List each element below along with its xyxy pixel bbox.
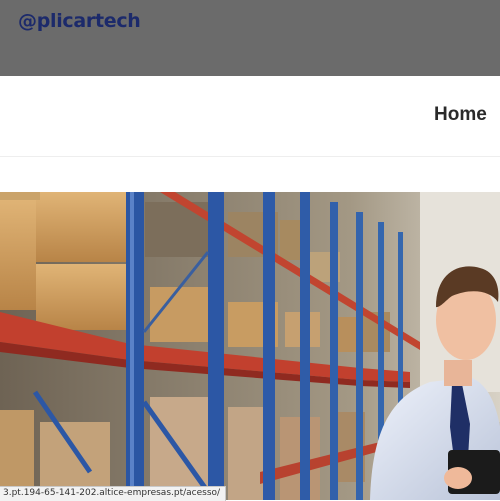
warehouse-photo — [0, 192, 500, 500]
link-preview-status-bar: 3.pt.194-65-141-202.altice-empresas.pt/a… — [0, 486, 227, 501]
top-header: @plicartech — [0, 0, 500, 76]
hero-banner — [0, 192, 500, 500]
nav-item-home[interactable]: Home — [434, 104, 487, 126]
site-logo[interactable]: @plicartech — [18, 10, 141, 32]
spacer — [0, 157, 500, 192]
navigation-bar: Home — [0, 76, 500, 157]
